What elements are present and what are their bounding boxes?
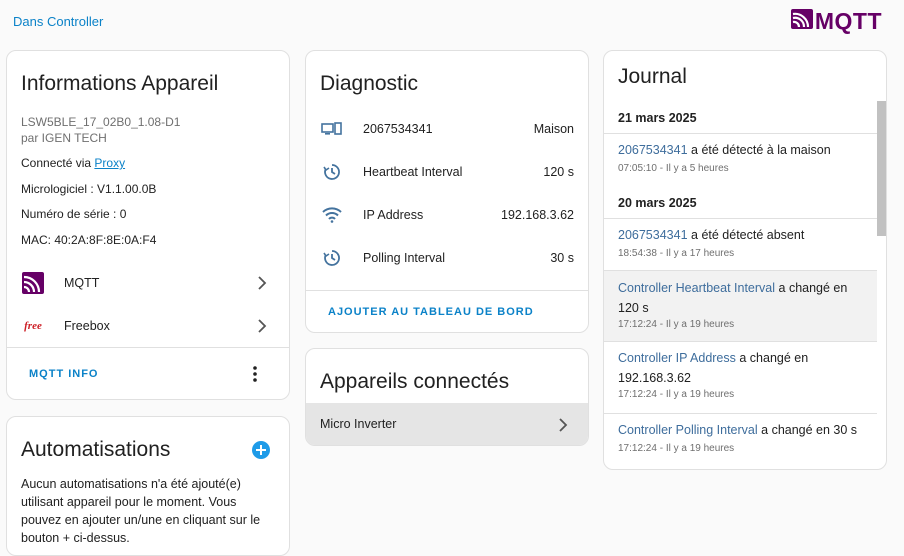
diagnostic-card: Diagnostic 2067534341 Maison Heartbeat I… — [305, 50, 589, 333]
connected-devices-title: Appareils connectés — [320, 370, 510, 393]
journal-entry: 2067534341 a été détecté à la maison 07:… — [604, 133, 877, 185]
journal-entry-text: a changé en 30 s — [761, 423, 858, 437]
diagnostic-row[interactable]: IP Address 192.168.3.62 — [306, 203, 588, 227]
connected-via: Connecté via Proxy — [21, 156, 125, 170]
chevron-right-icon — [258, 276, 267, 290]
diagnostic-value: 120 s — [543, 165, 574, 179]
journal-entity-link[interactable]: 2067534341 — [618, 228, 688, 242]
journal-list[interactable]: 21 mars 2025 2067534341 a été détecté à … — [604, 101, 877, 469]
journal-entry-time: 18:54:38 - Il y a 17 heures — [618, 248, 735, 259]
journal-entry-time: 17:12:24 - Il y a 19 heures — [618, 389, 735, 400]
freebox-icon: free — [24, 320, 42, 332]
journal-entity-link[interactable]: 2067534341 — [618, 143, 688, 157]
diagnostic-label: Polling Interval — [363, 251, 445, 265]
device-model: LSW5BLE_17_02B0_1.08-D1 — [21, 115, 181, 129]
connected-via-label: Connecté via — [21, 156, 92, 170]
journal-date: 21 mars 2025 — [618, 111, 697, 125]
journal-entry-text: a été détecté à la maison — [691, 143, 831, 157]
integration-label: Freebox — [64, 319, 110, 333]
connected-device-label: Micro Inverter — [320, 417, 397, 431]
mqtt-logo-icon — [790, 8, 813, 34]
connected-devices-card: Appareils connectés Micro Inverter — [305, 348, 589, 446]
diagnostic-label: Heartbeat Interval — [363, 165, 463, 179]
add-automation-icon[interactable] — [251, 440, 271, 460]
automations-empty-text: Aucun automatisations n'a été ajouté(e) … — [21, 477, 261, 545]
integration-row-freebox[interactable]: free Freebox — [7, 311, 289, 341]
mqtt-logo: MQTT — [790, 8, 882, 34]
journal-entry-text: a été détecté absent — [691, 228, 805, 242]
device-info-title: Informations Appareil — [21, 72, 219, 95]
diagnostic-value: 30 s — [550, 251, 574, 265]
diagnostic-row[interactable]: Polling Interval 30 s — [306, 246, 588, 270]
journal-entry: 2067534341 a été détecté absent 18:54:38… — [604, 218, 877, 270]
journal-date: 20 mars 2025 — [618, 196, 697, 210]
mqtt-icon — [21, 271, 45, 295]
timer-icon — [320, 246, 344, 270]
mqtt-info-button[interactable]: MQTT INFO — [29, 368, 99, 380]
journal-entry-time: 07:05:10 - Il y a 5 heures — [618, 163, 729, 174]
connected-device-item[interactable]: Micro Inverter — [306, 403, 588, 445]
chevron-right-icon — [559, 418, 568, 432]
journal-card: Journal 21 mars 2025 2067534341 a été dé… — [603, 50, 887, 470]
serial-number: Numéro de série : 0 — [21, 207, 127, 221]
journal-entry-time: 17:12:24 - Il y a 19 heures — [618, 319, 735, 330]
diagnostic-row[interactable]: Heartbeat Interval 120 s — [306, 160, 588, 184]
integration-label: MQTT — [64, 276, 100, 290]
diagnostic-title: Diagnostic — [320, 72, 419, 95]
journal-entity-link[interactable]: Controller IP Address — [618, 351, 736, 365]
diagnostic-value: 192.168.3.62 — [501, 208, 574, 222]
diagnostic-value: Maison — [533, 122, 574, 136]
journal-entry: Controller Heartbeat Interval a changé e… — [604, 271, 877, 341]
journal-entry-time: 17:12:24 - Il y a 19 heures — [618, 443, 735, 454]
device-manufacturer: par IGEN TECH — [21, 131, 107, 145]
diagnostic-row[interactable]: 2067534341 Maison — [306, 117, 588, 141]
mqtt-logo-text: MQTT — [814, 8, 882, 34]
automations-title: Automatisations — [21, 438, 171, 461]
journal-scrollbar[interactable] — [877, 101, 886, 236]
journal-entry: Controller Polling Interval a changé en … — [604, 414, 877, 466]
divider — [7, 347, 289, 348]
add-to-dashboard-button[interactable]: AJOUTER AU TABLEAU DE BORD — [328, 306, 534, 318]
diagnostic-label: IP Address — [363, 208, 424, 222]
journal-entity-link[interactable]: Controller Heartbeat Interval — [618, 281, 775, 295]
mac-address: MAC: 40:2A:8F:8E:0A:F4 — [21, 233, 157, 247]
more-vert-icon[interactable] — [245, 364, 265, 384]
device-info-card: Informations Appareil LSW5BLE_17_02B0_1.… — [6, 50, 290, 400]
timer-icon — [320, 160, 344, 184]
journal-entry: Controller IP Address a changé en 192.16… — [604, 342, 877, 412]
journal-title: Journal — [618, 65, 687, 88]
integration-row-mqtt[interactable]: MQTT — [7, 268, 289, 298]
proxy-link[interactable]: Proxy — [94, 156, 125, 170]
divider — [306, 290, 588, 291]
journal-entity-link[interactable]: Controller Polling Interval — [618, 423, 758, 437]
breadcrumb[interactable]: Dans Controller — [13, 14, 103, 29]
chevron-right-icon — [258, 319, 267, 333]
wifi-icon — [320, 203, 344, 227]
firmware-version: Micrologiciel : V1.1.00.0B — [21, 182, 157, 196]
diagnostic-label: 2067534341 — [363, 122, 433, 136]
automations-card: Automatisations Aucun automatisations n'… — [6, 416, 290, 556]
devices-icon — [320, 117, 344, 141]
